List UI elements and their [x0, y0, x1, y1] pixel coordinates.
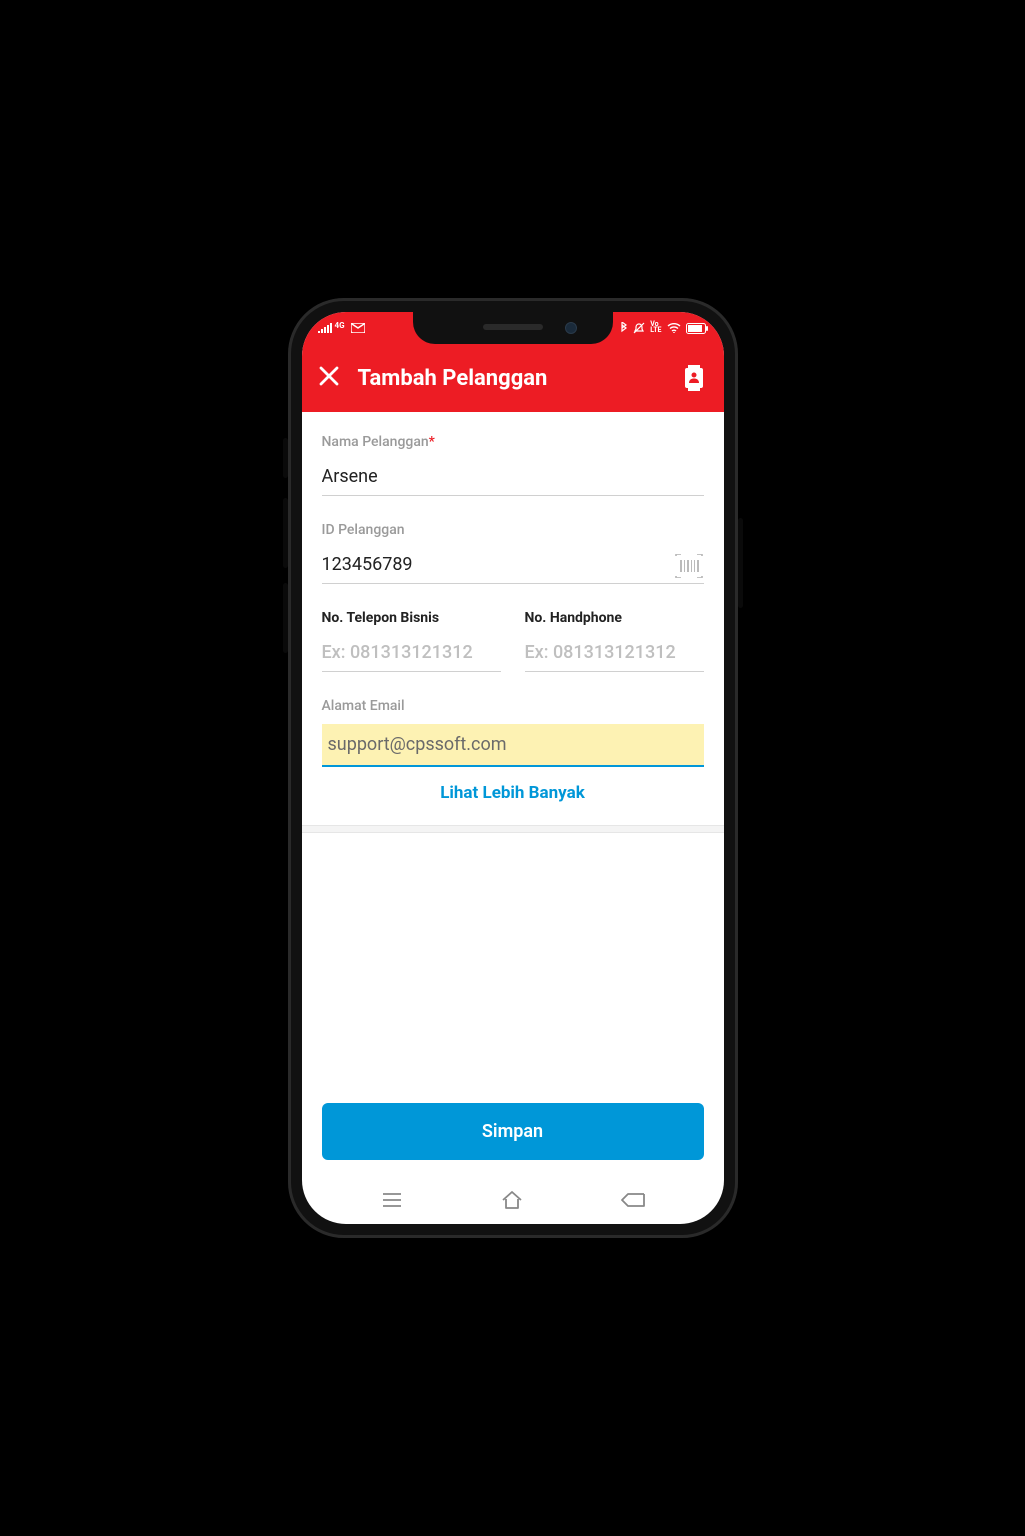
show-more-link[interactable]: Lihat Lebih Banyak: [322, 767, 704, 825]
field-phone-business: No. Telepon Bisnis: [322, 610, 501, 672]
appbar: Tambah Pelanggan: [302, 344, 724, 412]
email-label: Alamat Email: [322, 698, 704, 714]
name-label: Nama Pelanggan*: [322, 434, 704, 450]
notch: [413, 312, 613, 344]
battery-icon: [686, 323, 708, 334]
volte-icon: VoLTE: [650, 322, 661, 333]
screen: 4G VoLTE: [302, 312, 724, 1224]
page-title: Tambah Pelanggan: [358, 366, 662, 391]
id-input[interactable]: [322, 548, 704, 584]
phone-frame: 4G VoLTE: [288, 298, 738, 1238]
alarm-off-icon: [633, 322, 645, 334]
save-button[interactable]: Simpan: [322, 1103, 704, 1160]
footer: Simpan: [302, 1091, 724, 1176]
field-id: ID Pelanggan: [322, 522, 704, 584]
signal-icon: [318, 323, 332, 333]
close-icon[interactable]: [318, 365, 340, 392]
field-email: Alamat Email: [322, 698, 704, 767]
contact-book-icon[interactable]: [680, 364, 708, 392]
system-navbar: [302, 1176, 724, 1224]
phone-mobile-label: No. Handphone: [525, 610, 704, 626]
recent-apps-icon[interactable]: [372, 1192, 412, 1208]
id-label: ID Pelanggan: [322, 522, 704, 538]
bluetooth-icon: [620, 322, 628, 334]
field-name: Nama Pelanggan*: [322, 434, 704, 496]
form-content: Nama Pelanggan* ID Pelanggan: [302, 412, 724, 1091]
home-icon[interactable]: [492, 1190, 532, 1210]
mail-icon: [351, 323, 365, 333]
field-phone-mobile: No. Handphone: [525, 610, 704, 672]
wifi-icon: [667, 323, 681, 333]
name-input[interactable]: [322, 460, 704, 496]
phone-business-label: No. Telepon Bisnis: [322, 610, 501, 626]
phone-mobile-input[interactable]: [525, 636, 704, 672]
section-divider: [302, 825, 724, 833]
network-type-label: 4G: [335, 321, 345, 330]
barcode-scan-icon[interactable]: [674, 554, 704, 578]
back-icon[interactable]: [613, 1192, 653, 1208]
email-input[interactable]: [322, 724, 704, 767]
phone-business-input[interactable]: [322, 636, 501, 672]
